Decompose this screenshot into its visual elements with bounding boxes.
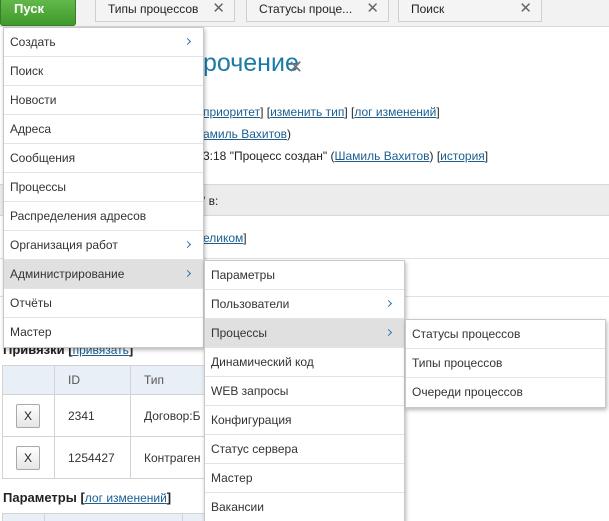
created-line: 3:18 "Процесс создан" (Шамиль Вахитов) [… (203, 149, 489, 163)
tab-process-types[interactable]: Типы процессов ✕ (95, 0, 235, 22)
table-row: X 2341 Договор:Б (2, 394, 211, 437)
remove-button[interactable]: X (16, 403, 40, 428)
chevron-right-icon (386, 319, 393, 347)
menu-item-vacancies[interactable]: Вакансии (205, 493, 404, 521)
menu-item-reports[interactable]: Отчёты (4, 289, 203, 318)
column-header: ID (54, 365, 131, 395)
priority-link[interactable]: приоритет (203, 105, 260, 119)
menu-item-address-distribution[interactable]: Распределения адресов (4, 202, 203, 231)
menu-item-process-statuses[interactable]: Статусы процессов (406, 320, 605, 349)
menu-item-process-queues[interactable]: Очереди процессов (406, 378, 605, 407)
bindings-table: ID Тип X 2341 Договор:Б X 1254427 Контра… (2, 365, 211, 479)
menu-item-dynamic-code[interactable]: Динамический код (205, 348, 404, 377)
menu-item-configuration[interactable]: Конфигурация (205, 406, 404, 435)
table-header: ID Тип (2, 365, 211, 395)
menu-item-search[interactable]: Поиск (4, 57, 203, 86)
row-id: 1254427 (54, 436, 131, 479)
whole-link[interactable]: еликом (203, 231, 243, 245)
menu-item-admin-master[interactable]: Мастер (205, 464, 404, 493)
chevron-right-icon (386, 290, 393, 318)
close-icon[interactable]: ✕ (212, 0, 225, 18)
process-actions: приоритет] [изменить тип] [лог изменений… (203, 105, 440, 119)
row-type: Контраген (130, 436, 211, 479)
menu-item-process-types[interactable]: Типы процессов (406, 349, 605, 378)
remove-button[interactable]: X (16, 445, 40, 470)
menu-item-work-organization[interactable]: Организация работ (4, 231, 203, 260)
column-header: Тип (130, 365, 211, 395)
menu-item-admin-processes[interactable]: Процессы (205, 319, 404, 348)
tab-label: Типы процессов (108, 2, 199, 16)
tab-process-statuses[interactable]: Статусы проце... ✕ (246, 0, 389, 22)
tab-label: Поиск (411, 2, 445, 16)
author-line: амиль Вахитов) (203, 127, 292, 141)
tab-label: Статусы проце... (259, 2, 353, 16)
admin-submenu: Параметры Пользователи Процессы Динамиче… (204, 260, 405, 521)
close-icon[interactable]: ✕ (519, 0, 532, 18)
menu-item-news[interactable]: Новости (4, 86, 203, 115)
taskbar: Пуск Типы процессов ✕ Статусы проце... ✕… (0, 0, 609, 27)
chevron-right-icon (185, 231, 192, 259)
menu-item-processes[interactable]: Процессы (4, 173, 203, 202)
start-button[interactable]: Пуск (0, 0, 76, 26)
table-row: X 1254427 Контраген (2, 436, 211, 479)
close-icon[interactable]: ✕ (366, 0, 379, 18)
change-log-link[interactable]: лог изменений (354, 105, 436, 119)
change-type-link[interactable]: изменить тип (270, 105, 344, 119)
chevron-right-icon (185, 28, 192, 56)
row-id: 2341 (54, 394, 131, 437)
column-header (2, 365, 55, 395)
params-title: Параметры [лог изменений] (3, 490, 172, 505)
start-menu: Создать Поиск Новости Адреса Сообщения П… (3, 27, 204, 348)
author-link[interactable]: Шамиль Вахитов (334, 149, 429, 163)
processes-submenu: Статусы процессов Типы процессов Очереди… (405, 319, 606, 408)
menu-item-administration[interactable]: Администрирование (4, 260, 203, 289)
params-log-link[interactable]: лог изменений (85, 491, 167, 505)
author-link[interactable]: амиль Вахитов (203, 127, 287, 141)
page-title: рочение (203, 49, 299, 77)
tab-search[interactable]: Поиск ✕ (398, 0, 542, 22)
whole-line: еликом] (203, 231, 247, 245)
menu-item-create[interactable]: Создать (4, 28, 203, 57)
menu-item-server-status[interactable]: Статус сервера (205, 435, 404, 464)
menu-item-users[interactable]: Пользователи (205, 290, 404, 319)
menu-item-master[interactable]: Мастер (4, 318, 203, 347)
close-icon[interactable]: ✕ (288, 58, 303, 76)
menu-item-addresses[interactable]: Адреса (4, 115, 203, 144)
row-type: Договор:Б (130, 394, 211, 437)
menu-item-web-requests[interactable]: WEB запросы (205, 377, 404, 406)
chevron-right-icon (185, 260, 192, 288)
history-link[interactable]: история (440, 149, 485, 163)
menu-item-messages[interactable]: Сообщения (4, 144, 203, 173)
menu-item-parameters[interactable]: Параметры (205, 261, 404, 290)
